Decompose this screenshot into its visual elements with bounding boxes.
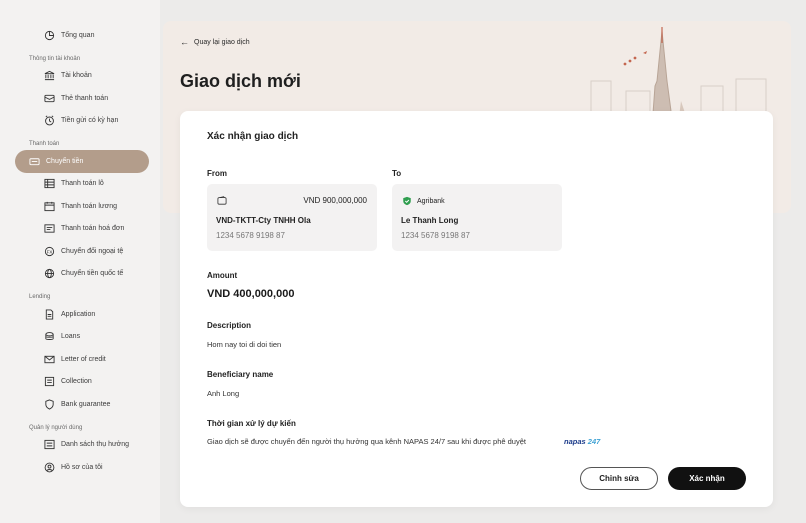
- sidebar-item-label: Chuyển tiền quốc tế: [61, 270, 124, 278]
- napas-text: napas: [564, 437, 586, 446]
- beneficiary-label: Beneficiary name: [207, 370, 274, 379]
- amount-value: VND 400,000,000: [207, 288, 295, 300]
- globe-icon: [44, 268, 55, 279]
- to-account-number: 1234 5678 9198 87: [401, 231, 470, 240]
- sidebar-item-loans[interactable]: Loans: [15, 326, 149, 349]
- sidebar-item-deposits[interactable]: Tiền gửi có kỳ hạn: [15, 110, 149, 133]
- sidebar-item-label: Tài khoản: [61, 72, 92, 80]
- sidebar-item-label: Application: [61, 310, 96, 318]
- sidebar-item-transfer[interactable]: Chuyển tiền: [15, 150, 149, 173]
- page-title: Giao dịch mới: [180, 71, 301, 91]
- sidebar: Tổng quan Thông tin tài khoản Tài khoản …: [0, 0, 160, 523]
- sidebar-item-label: Thanh toán lương: [61, 202, 117, 210]
- from-account-box: VND 900,000,000 VND-TKTT-Cty TNHH Ola 12…: [207, 184, 377, 251]
- sidebar-item-international[interactable]: Chuyển tiền quốc tế: [15, 263, 149, 286]
- sidebar-item-profile[interactable]: Hồ sơ của tôi: [15, 456, 149, 479]
- confirm-button[interactable]: Xác nhận: [668, 467, 746, 490]
- sidebar-item-beneficiaries[interactable]: Danh sách thụ hưởng: [15, 434, 149, 457]
- sidebar-item-label: Danh sách thụ hưởng: [61, 441, 130, 449]
- to-label: To: [392, 169, 402, 178]
- sidebar-item-batch-payment[interactable]: Thanh toán lô: [15, 173, 149, 196]
- nav-section-account: Thông tin tài khoản: [29, 55, 81, 62]
- sidebar-item-cards[interactable]: Thẻ thanh toán: [15, 87, 149, 110]
- to-bank-name: Agribank: [417, 197, 445, 205]
- coins-icon: [44, 331, 55, 342]
- arrow-left-icon: ←: [180, 37, 189, 47]
- edit-button[interactable]: Chỉnh sửa: [580, 467, 658, 490]
- processing-time-text: Giao dịch sẽ được chuyển đến người thụ h…: [207, 437, 526, 446]
- nav-section-lending: Lending: [29, 294, 51, 300]
- list-icon: [44, 439, 55, 450]
- sidebar-item-label: Thanh toán hoá đơn: [61, 225, 125, 233]
- currency-icon: FX: [44, 246, 55, 257]
- sidebar-item-label: Collection: [61, 378, 92, 386]
- sidebar-item-payroll[interactable]: Thanh toán lương: [15, 195, 149, 218]
- to-account-box: Agribank Le Thanh Long 1234 5678 9198 87: [392, 184, 562, 251]
- confirmation-card: Xác nhận giao dịch From To VND 900,000,0…: [180, 111, 773, 507]
- folder-icon: [44, 376, 55, 387]
- napas-logo: napas 247: [564, 437, 600, 446]
- from-account-name: VND-TKTT-Cty TNHH Ola: [216, 216, 311, 225]
- card-title: Xác nhận giao dịch: [207, 131, 299, 142]
- sidebar-item-fx[interactable]: FX Chuyển đổi ngoại tệ: [15, 240, 149, 263]
- wallet-icon: [217, 196, 227, 205]
- table-icon: [44, 178, 55, 189]
- sidebar-item-label: Hồ sơ của tôi: [61, 463, 103, 471]
- sidebar-item-label: Tổng quan: [61, 31, 95, 39]
- back-link-label: Quay lại giao dịch: [194, 38, 250, 46]
- description-label: Description: [207, 321, 252, 330]
- from-balance: VND 900,000,000: [303, 196, 367, 205]
- user-icon: [44, 462, 55, 473]
- to-account-name: Le Thanh Long: [401, 216, 459, 225]
- sidebar-item-label: Thẻ thanh toán: [61, 94, 109, 102]
- sidebar-item-bills[interactable]: Thanh toán hoá đơn: [15, 218, 149, 241]
- sidebar-item-label: Chuyển đổi ngoại tệ: [61, 247, 124, 255]
- calendar-icon: [44, 201, 55, 212]
- card-icon: [44, 93, 55, 104]
- agribank-logo-icon: [403, 196, 411, 206]
- sidebar-item-label: Chuyển tiền: [46, 157, 84, 165]
- transfer-icon: [29, 156, 40, 167]
- letter-icon: [44, 354, 55, 365]
- shield-icon: [44, 399, 55, 410]
- sidebar-item-letter-of-credit[interactable]: Letter of credit: [15, 348, 149, 371]
- sidebar-item-collection[interactable]: Collection: [15, 371, 149, 394]
- description-value: Hom nay toi di doi tien: [207, 340, 282, 349]
- amount-label: Amount: [207, 271, 238, 280]
- beneficiary-value: Anh Long: [207, 389, 240, 398]
- back-link[interactable]: ← Quay lại giao dịch: [180, 37, 250, 47]
- svg-text:FX: FX: [47, 249, 53, 254]
- nav-section-payments: Thanh toán: [29, 141, 60, 147]
- sidebar-item-accounts[interactable]: Tài khoản: [15, 65, 149, 88]
- clock-icon: [44, 115, 55, 126]
- from-label: From: [207, 169, 227, 178]
- sidebar-item-label: Tiền gửi có kỳ hạn: [61, 117, 119, 125]
- bank-icon: [44, 70, 55, 81]
- sidebar-item-label: Thanh toán lô: [61, 180, 104, 188]
- sidebar-item-overview[interactable]: Tổng quan: [15, 24, 149, 47]
- napas-suffix: 247: [585, 437, 601, 446]
- sidebar-item-label: Loans: [61, 333, 81, 341]
- from-account-number: 1234 5678 9198 87: [216, 231, 285, 240]
- document-icon: [44, 309, 55, 320]
- sidebar-item-label: Bank guarantee: [61, 400, 111, 408]
- sidebar-item-application[interactable]: Application: [15, 303, 149, 326]
- chart-pie-icon: [44, 30, 55, 41]
- processing-time-label: Thời gian xử lý dự kiến: [207, 419, 296, 428]
- sidebar-item-bank-guarantee[interactable]: Bank guarantee: [15, 393, 149, 416]
- nav-section-users: Quản lý người dùng: [29, 424, 83, 431]
- sidebar-item-label: Letter of credit: [61, 355, 106, 363]
- invoice-icon: [44, 223, 55, 234]
